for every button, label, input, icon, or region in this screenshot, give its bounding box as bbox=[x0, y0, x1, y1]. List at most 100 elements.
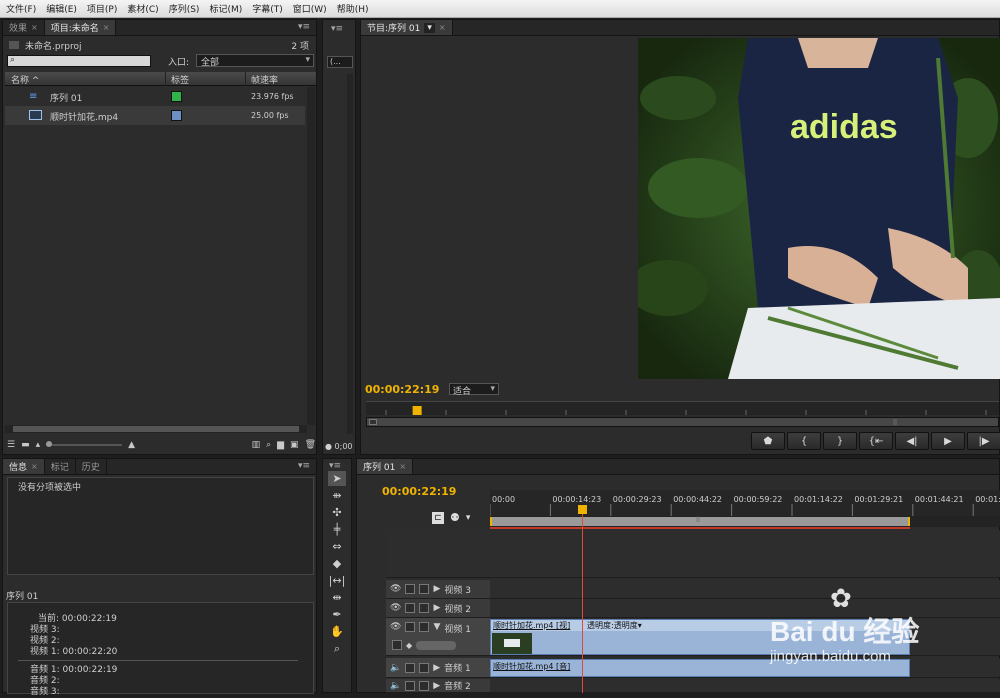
mark-out-button[interactable]: } bbox=[823, 432, 857, 450]
play-button[interactable]: ▶ bbox=[931, 432, 965, 450]
rolling-edit-tool-icon[interactable]: ╪ bbox=[328, 522, 346, 537]
menu-help[interactable]: 帮助(H) bbox=[337, 2, 369, 15]
timeline-ruler[interactable]: 00:00 00:00:14:23 00:00:29:23 00:00:44:22 00… bbox=[489, 490, 1000, 516]
eye-icon[interactable]: 👁 bbox=[390, 622, 401, 632]
track-header-video1[interactable]: 👁 ▼ 视频 1 bbox=[386, 618, 490, 656]
zoom-in-icon[interactable]: ▲ bbox=[128, 440, 135, 450]
program-timecode[interactable]: 00:00:22:19 bbox=[365, 383, 439, 396]
menu-window[interactable]: 窗口(W) bbox=[293, 2, 327, 15]
trash-icon[interactable]: 🗑 bbox=[305, 440, 316, 450]
sync-box[interactable] bbox=[419, 662, 430, 673]
source-dropdown[interactable]: (... bbox=[327, 56, 353, 68]
close-icon[interactable]: × bbox=[103, 23, 110, 32]
program-playhead[interactable] bbox=[412, 406, 422, 415]
tab-info[interactable]: 信息 × bbox=[3, 459, 45, 474]
expand-icon[interactable]: ▶ bbox=[433, 603, 440, 613]
search-input[interactable]: ⌕ bbox=[7, 55, 151, 67]
fit-dropdown[interactable]: 适合 ▾ bbox=[449, 383, 499, 397]
sync-box[interactable] bbox=[419, 603, 430, 613]
program-zoom-bar[interactable]: || bbox=[366, 417, 999, 427]
mark-in-button[interactable]: { bbox=[787, 432, 821, 450]
program-time-ruler[interactable] bbox=[366, 401, 999, 415]
close-icon[interactable]: × bbox=[31, 23, 38, 32]
step-back-button[interactable]: ◀| bbox=[895, 432, 929, 450]
tab-sequence[interactable]: 序列 01 × bbox=[357, 459, 414, 474]
timeline-timecode[interactable]: 00:00:22:19 bbox=[382, 485, 456, 498]
display-style-icon[interactable] bbox=[392, 640, 402, 650]
zoom-tool-icon[interactable]: ⌕ bbox=[328, 641, 346, 656]
menu-clip[interactable]: 素材(C) bbox=[127, 2, 158, 15]
project-row-video[interactable]: 顺时针加花.mp4 25.00 fps bbox=[5, 106, 305, 125]
panel-menu-icon[interactable]: ▾≡ bbox=[298, 461, 310, 471]
track-header-video3[interactable]: 👁 ▶ 视频 3 bbox=[386, 580, 490, 599]
chevron-down-icon[interactable]: ▾ bbox=[424, 22, 435, 33]
close-icon[interactable]: × bbox=[31, 462, 38, 471]
snap-icon[interactable]: ⊏ bbox=[432, 511, 444, 524]
eye-icon[interactable]: 👁 bbox=[390, 603, 401, 613]
column-name[interactable]: 名称 ^ bbox=[11, 73, 39, 86]
tab-markers[interactable]: 标记 bbox=[45, 459, 76, 474]
find-icon[interactable]: ⌕ bbox=[266, 440, 271, 450]
tab-history[interactable]: 历史 bbox=[76, 459, 107, 474]
menu-marker[interactable]: 标记(M) bbox=[209, 2, 242, 15]
lock-box[interactable] bbox=[405, 603, 416, 613]
eye-icon[interactable]: 👁 bbox=[390, 584, 401, 594]
lock-box[interactable] bbox=[405, 662, 416, 673]
horizontal-scrollbar[interactable] bbox=[5, 425, 307, 433]
new-item-icon[interactable]: ▣ bbox=[290, 440, 299, 450]
in-dropdown[interactable]: 全部 ▾ bbox=[196, 54, 314, 68]
column-label[interactable]: 标签 bbox=[171, 73, 189, 86]
menu-project[interactable]: 项目(P) bbox=[87, 2, 117, 15]
track-select-tool-icon[interactable]: ⇻ bbox=[328, 488, 346, 503]
zoom-out-icon[interactable]: ▴ bbox=[36, 440, 41, 450]
close-icon[interactable]: × bbox=[439, 23, 446, 32]
panel-menu-icon[interactable]: ▾≡ bbox=[329, 461, 341, 471]
timeline-playhead[interactable] bbox=[577, 505, 587, 693]
menu-sequence[interactable]: 序列(S) bbox=[169, 2, 200, 15]
sync-box[interactable] bbox=[419, 680, 430, 691]
speaker-icon[interactable]: 🔈 bbox=[390, 681, 401, 691]
menu-file[interactable]: 文件(F) bbox=[6, 2, 36, 15]
track-header-audio1[interactable]: 🔈 ▶ 音频 1 bbox=[386, 658, 490, 678]
slide-tool-icon[interactable]: ⇹ bbox=[328, 590, 346, 605]
slip-tool-icon[interactable]: |↔| bbox=[328, 573, 346, 588]
track-header-audio2[interactable]: 🔈 ▶ 音频 2 bbox=[386, 679, 490, 693]
selection-tool-icon[interactable]: ➤ bbox=[328, 471, 346, 486]
ripple-edit-tool-icon[interactable]: ✣ bbox=[328, 505, 346, 520]
list-view-icon[interactable]: ☰ bbox=[7, 440, 15, 450]
menu-edit[interactable]: 编辑(E) bbox=[46, 2, 77, 15]
new-bin-icon[interactable]: ▆ bbox=[277, 440, 284, 450]
expand-icon[interactable]: ▶ bbox=[433, 584, 440, 594]
close-icon[interactable]: × bbox=[399, 462, 406, 471]
icon-view-icon[interactable]: ▬ bbox=[21, 440, 30, 450]
hand-tool-icon[interactable]: ✋ bbox=[328, 624, 346, 639]
panel-menu-icon[interactable]: ▾≡ bbox=[331, 24, 343, 34]
lock-box[interactable] bbox=[405, 622, 416, 632]
project-row-sequence[interactable]: ≡ 序列 01 23.976 fps bbox=[5, 87, 305, 106]
razor-tool-icon[interactable]: ◆ bbox=[328, 556, 346, 571]
automate-icon[interactable]: ▥ bbox=[252, 440, 261, 450]
speaker-icon[interactable]: 🔈 bbox=[390, 663, 401, 673]
step-forward-button[interactable]: |▶ bbox=[967, 432, 1000, 450]
opacity-dropdown[interactable]: 透明度:透明度▾ bbox=[587, 620, 642, 631]
timeline-work-area-bar[interactable]: || bbox=[490, 516, 1000, 527]
collapse-icon[interactable]: ▼ bbox=[433, 622, 440, 632]
menu-title[interactable]: 字幕(T) bbox=[252, 2, 283, 15]
keyframe-nav[interactable] bbox=[416, 640, 457, 650]
sequence-marker-icon[interactable]: ⚉ bbox=[450, 511, 460, 524]
expand-icon[interactable]: ▶ bbox=[433, 663, 440, 673]
tab-project[interactable]: 项目:未命名 × bbox=[44, 20, 117, 35]
sync-box[interactable] bbox=[419, 584, 430, 594]
tab-program[interactable]: 节目:序列 01 ▾ × bbox=[361, 20, 453, 35]
add-marker-button[interactable]: ⬟ bbox=[751, 432, 785, 450]
source-scrollbar[interactable] bbox=[347, 74, 353, 434]
go-to-in-button[interactable]: {⇤ bbox=[859, 432, 893, 450]
expand-icon[interactable]: ▶ bbox=[433, 681, 440, 691]
column-framerate[interactable]: 帧速率 bbox=[251, 73, 278, 86]
lock-box[interactable] bbox=[405, 584, 416, 594]
add-marker-icon[interactable]: ▾ bbox=[466, 513, 471, 523]
panel-menu-icon[interactable]: ▾≡ bbox=[298, 22, 310, 32]
keyframe-icon[interactable]: ◆ bbox=[406, 641, 412, 650]
vertical-scrollbar[interactable] bbox=[307, 87, 315, 425]
track-header-video2[interactable]: 👁 ▶ 视频 2 bbox=[386, 599, 490, 618]
